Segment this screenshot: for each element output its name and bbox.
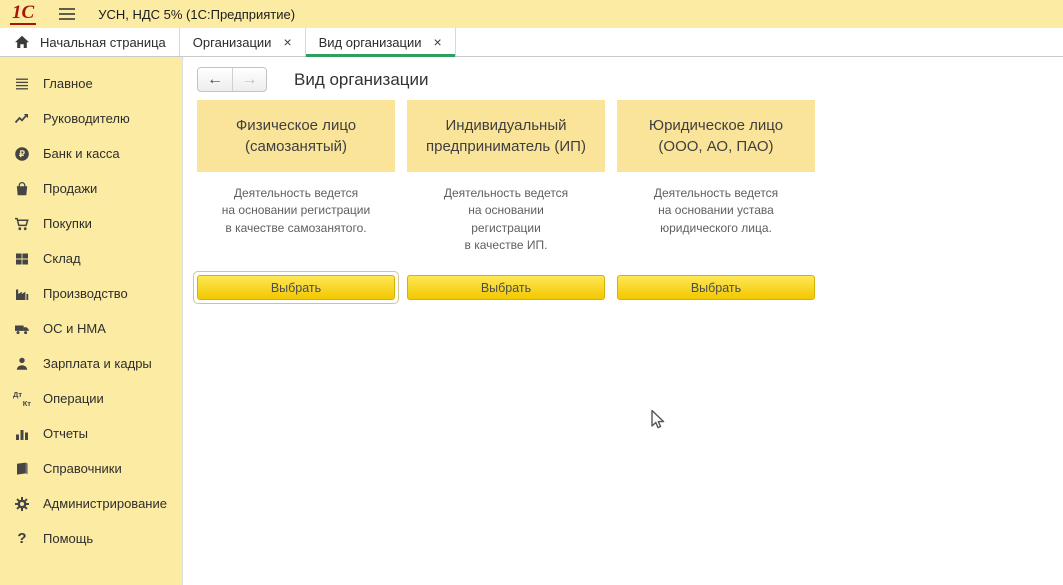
card-legal-entity: Юридическое лицо(ООО, АО, ПАО) Деятельно…	[617, 100, 815, 300]
sidebar-item-label: Администрирование	[43, 496, 167, 511]
question-icon: ?	[13, 530, 31, 548]
home-icon	[13, 33, 31, 51]
tab-organization-type[interactable]: Вид организации ×	[306, 28, 456, 56]
sidebar-item-rukovoditelyu[interactable]: Руководителю	[0, 101, 182, 136]
sidebar-item-label: ОС и НМА	[43, 321, 106, 336]
gear-icon	[13, 495, 31, 513]
sidebar-item-spravochniki[interactable]: Справочники	[0, 451, 182, 486]
card-title: Физическое лицо(самозанятый)	[197, 100, 395, 172]
cursor-icon	[645, 407, 669, 431]
truck-icon	[13, 320, 31, 338]
dt-kt-icon: ДтКт	[13, 390, 31, 408]
logo-1c: 1С	[10, 3, 36, 25]
shopping-bag-icon	[13, 180, 31, 198]
bar-chart-icon	[13, 425, 31, 443]
sidebar-item-operatsii[interactable]: ДтКт Операции	[0, 381, 182, 416]
title-bar: 1С УСН, НДС 5% (1С:Предприятие)	[0, 0, 1063, 28]
tab-label: Вид организации	[319, 35, 422, 50]
sidebar-item-label: Отчеты	[43, 426, 88, 441]
sidebar-item-label: Покупки	[43, 216, 92, 231]
sidebar: Главное Руководителю ₽ Банк и касса Прод…	[0, 57, 183, 585]
select-button-selfemployed[interactable]: Выбрать	[197, 275, 395, 300]
sidebar-item-label: Склад	[43, 251, 81, 266]
tab-bar: Начальная страница Организации × Вид орг…	[0, 28, 1063, 57]
person-icon	[13, 355, 31, 373]
sidebar-item-label: Главное	[43, 76, 93, 91]
hamburger-menu-icon[interactable]	[58, 7, 76, 21]
sidebar-item-label: Руководителю	[43, 111, 130, 126]
close-icon[interactable]: ×	[434, 35, 442, 49]
tab-home[interactable]: Начальная страница	[0, 28, 180, 56]
tab-label: Начальная страница	[40, 35, 166, 50]
card-description: Деятельность ведется на основании устава…	[617, 185, 815, 237]
sidebar-item-prodazhi[interactable]: Продажи	[0, 171, 182, 206]
window-title: УСН, НДС 5% (1С:Предприятие)	[98, 7, 295, 22]
history-nav: ← →	[197, 67, 267, 92]
card-title: Индивидуальныйпредприниматель (ИП)	[407, 100, 605, 172]
card-individual-selfemployed: Физическое лицо(самозанятый) Деятельност…	[197, 100, 395, 300]
sidebar-item-label: Операции	[43, 391, 104, 406]
sidebar-item-label: Продажи	[43, 181, 97, 196]
card-title: Юридическое лицо(ООО, АО, ПАО)	[617, 100, 815, 172]
menu-lines-icon	[13, 75, 31, 93]
sidebar-item-label: Зарплата и кадры	[43, 356, 152, 371]
boxes-icon	[13, 250, 31, 268]
page-title: Вид организации	[294, 70, 429, 90]
sidebar-item-administrirovanie[interactable]: Администрирование	[0, 486, 182, 521]
sidebar-item-label: Производство	[43, 286, 128, 301]
sidebar-item-pokupki[interactable]: Покупки	[0, 206, 182, 241]
sidebar-item-pomosch[interactable]: ? Помощь	[0, 521, 182, 556]
sidebar-item-otchety[interactable]: Отчеты	[0, 416, 182, 451]
tab-label: Организации	[193, 35, 272, 50]
sidebar-item-bank-i-kassa[interactable]: ₽ Банк и касса	[0, 136, 182, 171]
sidebar-item-zarplata-i-kadry[interactable]: Зарплата и кадры	[0, 346, 182, 381]
tab-organizations[interactable]: Организации ×	[180, 28, 306, 56]
close-icon[interactable]: ×	[283, 35, 291, 49]
sidebar-item-label: Справочники	[43, 461, 122, 476]
back-button[interactable]: ←	[198, 68, 232, 91]
select-button-legal-entity[interactable]: Выбрать	[617, 275, 815, 300]
sidebar-item-label: Помощь	[43, 531, 93, 546]
sidebar-item-sklad[interactable]: Склад	[0, 241, 182, 276]
main-content: ← → Вид организации Физическое лицо(само…	[183, 57, 1063, 585]
app-window: 1С УСН, НДС 5% (1С:Предприятие) Начальна…	[0, 0, 1063, 585]
select-button-entrepreneur[interactable]: Выбрать	[407, 275, 605, 300]
sidebar-item-label: Банк и касса	[43, 146, 120, 161]
trend-up-icon	[13, 110, 31, 128]
card-description: Деятельность ведется на основании регист…	[197, 185, 395, 237]
card-description: Деятельность ведется на основании регист…	[407, 185, 605, 255]
sidebar-item-glavnoe[interactable]: Главное	[0, 66, 182, 101]
factory-icon	[13, 285, 31, 303]
forward-button[interactable]: →	[232, 68, 266, 91]
sidebar-item-proizvodstvo[interactable]: Производство	[0, 276, 182, 311]
ruble-circle-icon: ₽	[13, 145, 31, 163]
sidebar-item-os-i-nma[interactable]: ОС и НМА	[0, 311, 182, 346]
shopping-cart-icon	[13, 215, 31, 233]
svg-text:₽: ₽	[19, 149, 25, 159]
card-individual-entrepreneur: Индивидуальныйпредприниматель (ИП) Деяте…	[407, 100, 605, 300]
book-icon	[13, 460, 31, 478]
organization-type-cards: Физическое лицо(самозанятый) Деятельност…	[197, 100, 815, 300]
